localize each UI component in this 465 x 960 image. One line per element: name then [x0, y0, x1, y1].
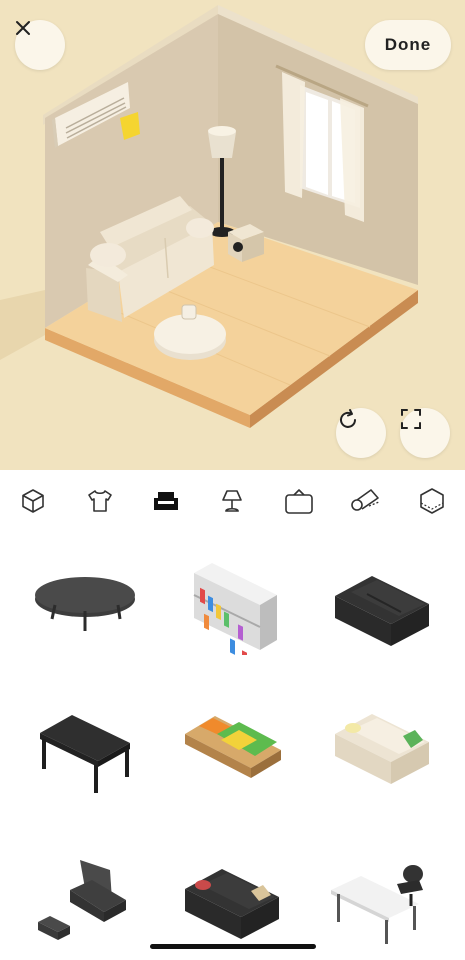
- desk-chair-icon: [331, 865, 423, 944]
- cream-sofa-icon: [335, 714, 429, 784]
- dark-table-icon: [40, 715, 130, 793]
- oval-coffee-table-item[interactable]: [15, 545, 155, 665]
- room-illustration: [0, 5, 418, 428]
- bed-item[interactable]: [162, 685, 302, 805]
- frame-icon: [285, 489, 313, 514]
- armchair-ottoman-icon: [38, 860, 126, 940]
- bed-icon: [185, 716, 281, 778]
- cream-sofa-item[interactable]: [312, 685, 452, 805]
- oval-coffee-table-icon: [35, 577, 135, 631]
- close-icon: [16, 21, 30, 35]
- close-button[interactable]: [15, 20, 65, 70]
- category-tabs: [0, 470, 465, 532]
- bookshelf-item[interactable]: [162, 545, 302, 665]
- cube-icon: [22, 489, 45, 513]
- flooring-tab[interactable]: [345, 481, 385, 521]
- furniture-tab[interactable]: [146, 481, 186, 521]
- wall-decor-tab[interactable]: [279, 481, 319, 521]
- furniture-grid: [0, 545, 465, 960]
- armchair-ottoman-item[interactable]: [15, 840, 155, 960]
- rotate-icon: [340, 409, 356, 428]
- lighting-tab[interactable]: [212, 481, 252, 521]
- home-indicator: [150, 944, 316, 949]
- rooms-tab[interactable]: [13, 481, 53, 521]
- fullscreen-button[interactable]: [400, 408, 450, 458]
- black-sofa-item[interactable]: [312, 545, 452, 665]
- bookshelf-icon: [193, 563, 277, 655]
- fullscreen-icon: [401, 409, 421, 429]
- wall-pattern-icon: [419, 488, 444, 514]
- lamp-icon: [222, 490, 243, 512]
- shirt-icon: [87, 490, 112, 512]
- clothing-tab[interactable]: [80, 481, 120, 521]
- desk-chair-item[interactable]: [312, 840, 452, 960]
- room-scene[interactable]: Done: [0, 0, 465, 470]
- wallpaper-tab[interactable]: [412, 481, 452, 521]
- black-sofa-cushions-icon: [185, 869, 279, 939]
- done-button[interactable]: Done: [365, 20, 451, 70]
- rotate-button[interactable]: [336, 408, 386, 458]
- rug-roll-icon: [351, 489, 380, 511]
- sofa-icon: [154, 492, 179, 510]
- black-sofa-icon: [335, 576, 429, 646]
- black-sofa-cushions-item[interactable]: [162, 840, 302, 960]
- dark-table-item[interactable]: [15, 685, 155, 805]
